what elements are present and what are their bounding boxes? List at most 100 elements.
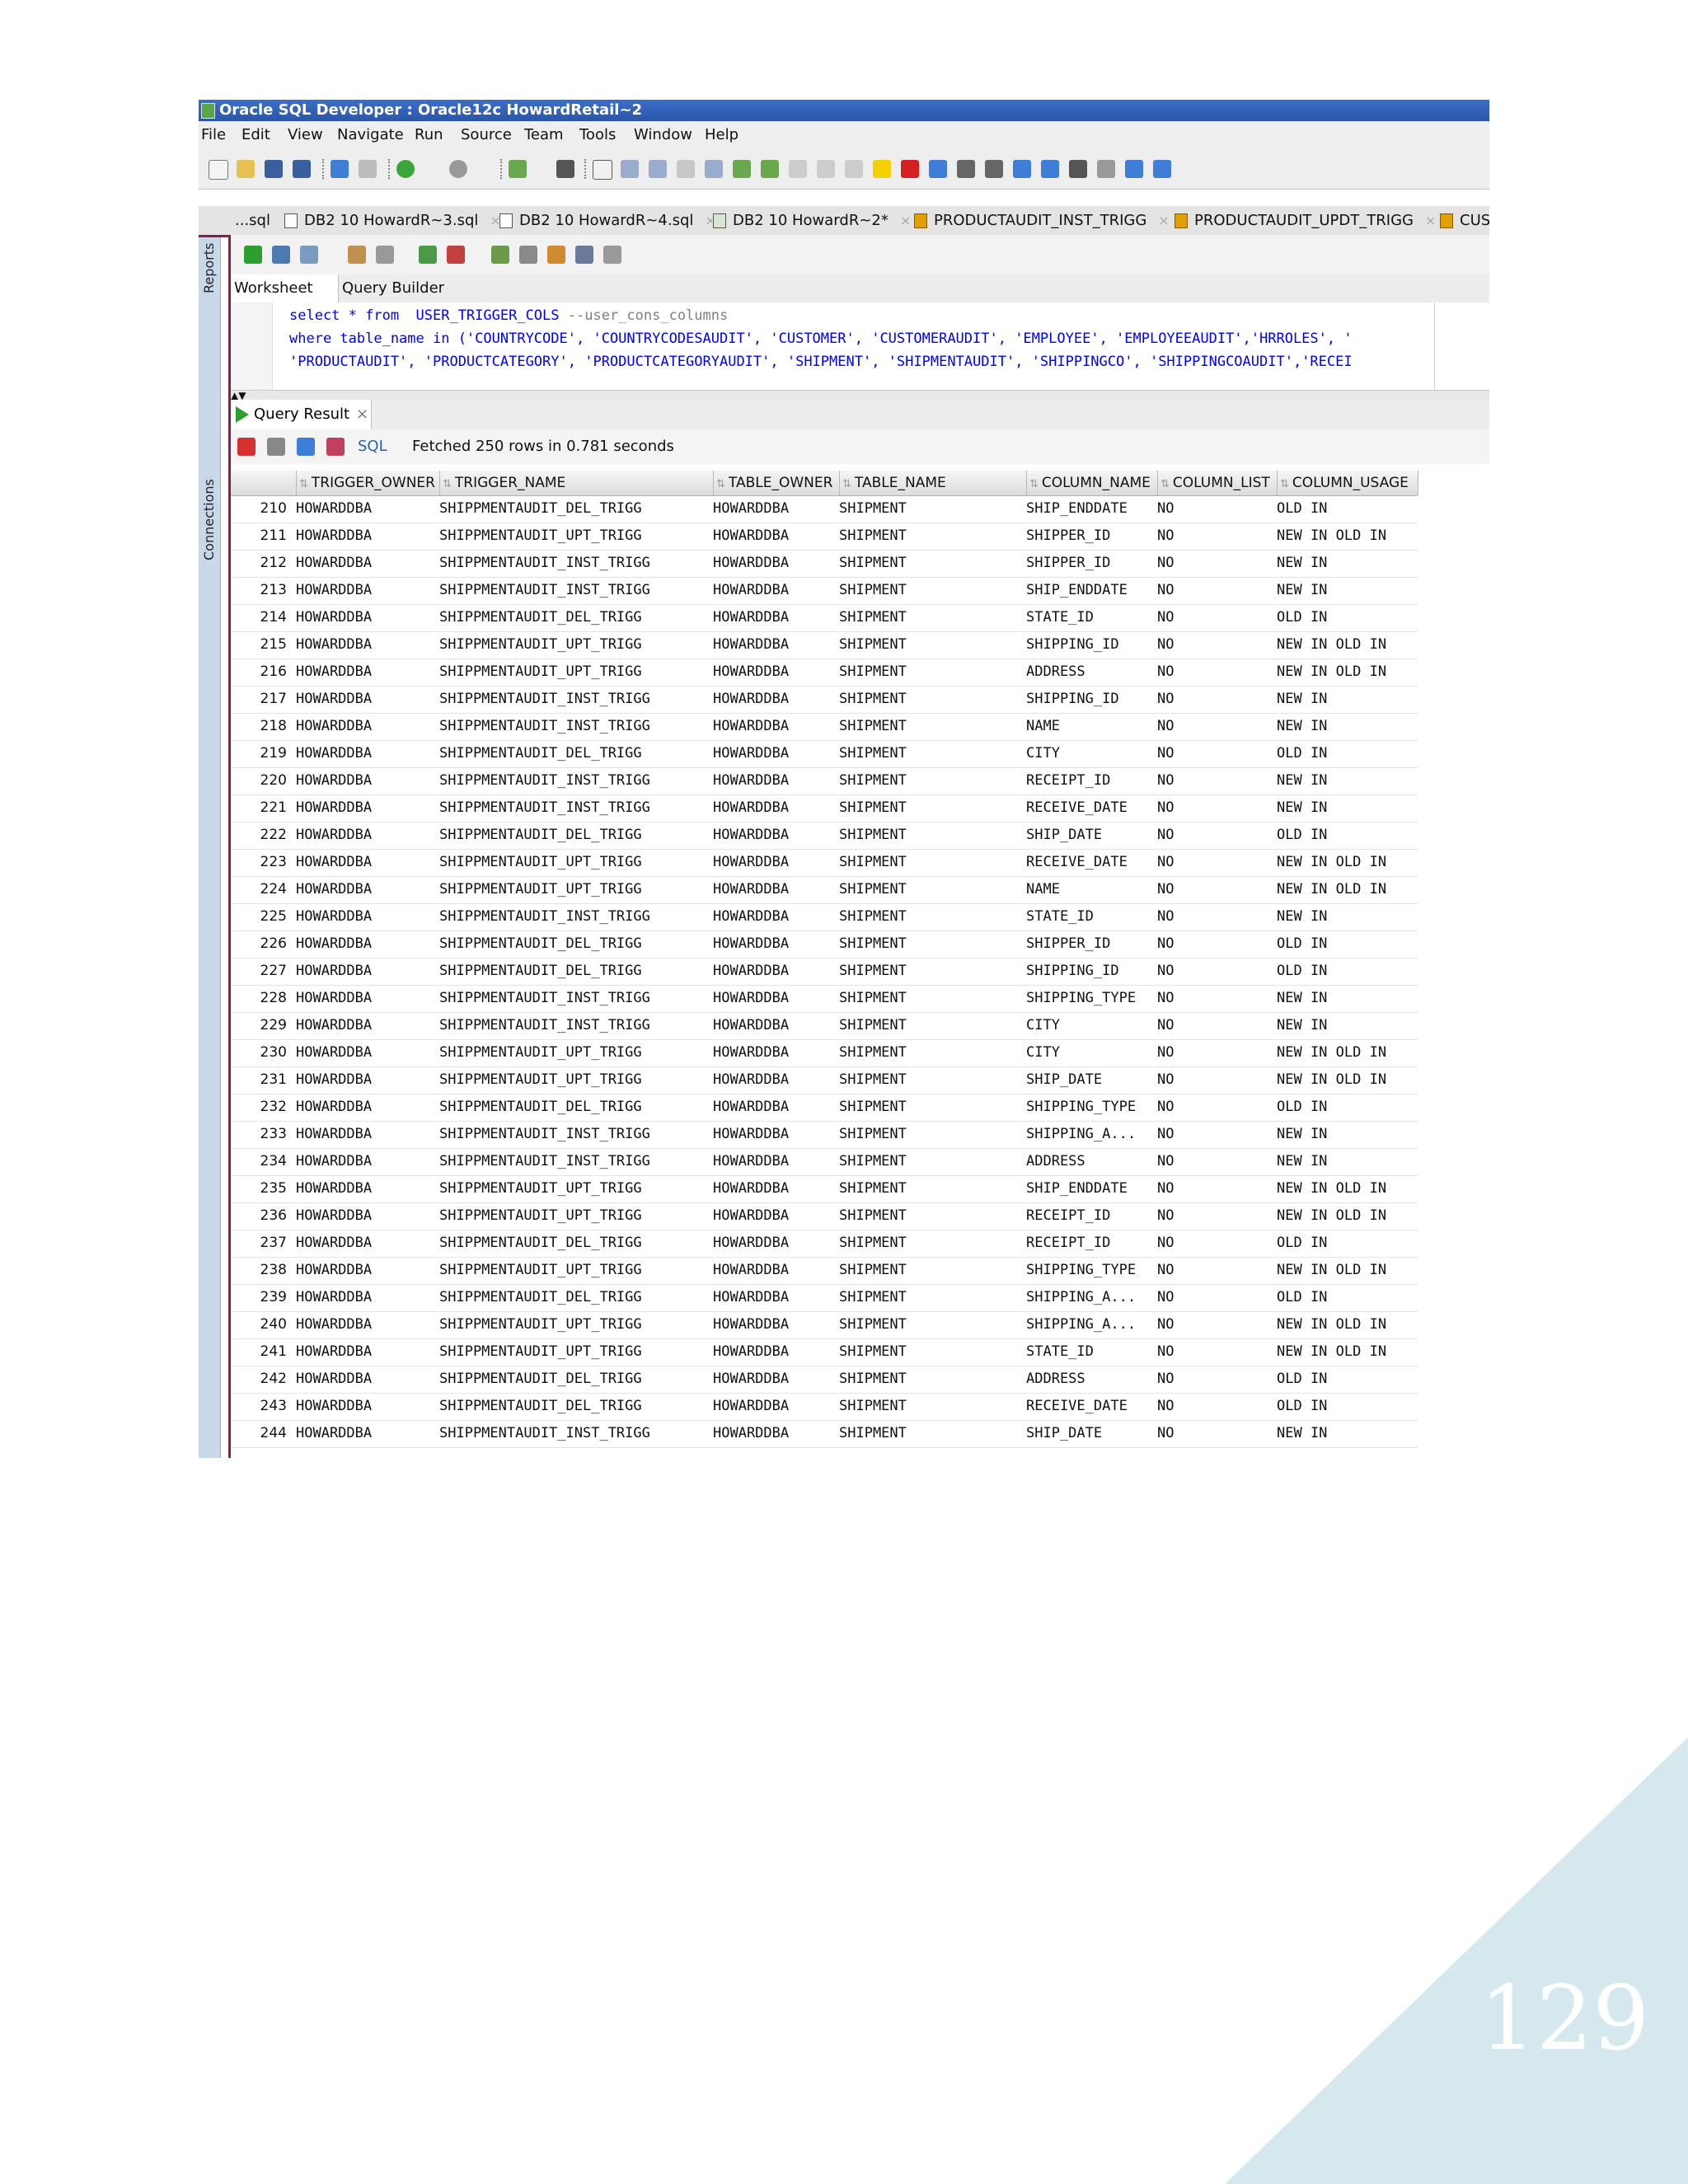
table-name-cell[interactable]: SHIPMENT [839,767,1024,794]
close-icon[interactable]: × [1425,213,1436,228]
column-name-cell[interactable]: ADDRESS [1026,1366,1155,1393]
table-owner-cell[interactable]: HOWARDDBA [713,985,837,1012]
column-list-cell[interactable]: NO [1157,1012,1274,1039]
trigger-owner-cell[interactable]: HOWARDDBA [296,1230,436,1257]
trigger-name-cell[interactable]: SHIPPMENTAUDIT_UPT_TRIGG [439,1039,711,1066]
table-owner-cell[interactable]: HOWARDDBA [713,1175,837,1202]
run-statement-icon[interactable] [244,246,262,264]
table-owner-cell[interactable]: HOWARDDBA [713,713,837,740]
column-usage-cell[interactable]: OLD IN [1277,1094,1415,1121]
undo-icon[interactable] [331,160,349,178]
table-row[interactable]: 227 HOWARDDBA SHIPPMENTAUDIT_DEL_TRIGG HOWA… [231,958,1418,986]
column-list-cell[interactable]: NO [1157,903,1274,930]
table-owner-cell[interactable]: HOWARDDBA [713,958,837,985]
trigger-owner-cell[interactable]: HOWARDDBA [296,495,436,523]
table-row[interactable]: 220 HOWARDDBA SHIPPMENTAUDIT_INST_TRIGG HOW… [231,767,1418,795]
diagram-icon[interactable] [677,160,695,178]
trigger-name-cell[interactable]: SHIPPMENTAUDIT_DEL_TRIGG [439,1230,711,1257]
table-row[interactable]: 219 HOWARDDBA SHIPPMENTAUDIT_DEL_TRIGG HOWA… [231,740,1418,768]
column-name-cell[interactable]: STATE_ID [1026,604,1155,631]
column-usage-cell[interactable]: NEW IN [1277,1121,1415,1148]
table-name-cell[interactable]: SHIPMENT [839,903,1024,930]
table-name-cell[interactable]: SHIPMENT [839,985,1024,1012]
column-list-cell[interactable]: NO [1157,1230,1274,1257]
table-name-cell[interactable]: SHIPMENT [839,1121,1024,1148]
properties-icon[interactable] [1097,160,1115,178]
column-list-cell[interactable]: NO [1157,1039,1274,1066]
trigger-owner-cell[interactable]: HOWARDDBA [296,1366,436,1393]
menu-help[interactable]: Help [705,121,738,149]
menu-edit[interactable]: Edit [241,121,270,149]
table-name-cell[interactable]: SHIPMENT [839,958,1024,985]
table-row[interactable]: 222 HOWARDDBA SHIPPMENTAUDIT_DEL_TRIGG HOWA… [231,822,1418,850]
column-list-cell[interactable]: NO [1157,1393,1274,1420]
table-name-cell[interactable]: SHIPMENT [839,550,1024,577]
table-name-cell[interactable]: SHIPMENT [839,1393,1024,1420]
table-owner-cell[interactable]: HOWARDDBA [713,577,837,604]
table-owner-cell[interactable]: HOWARDDBA [713,930,837,958]
column-name-cell[interactable]: RECEIVE_DATE [1026,794,1155,822]
column-usage-cell[interactable]: NEW IN [1277,686,1415,713]
table-name-cell[interactable]: SHIPMENT [839,523,1024,550]
trigger-name-cell[interactable]: SHIPPMENTAUDIT_UPT_TRIGG [439,1257,711,1284]
table-owner-cell[interactable]: HOWARDDBA [713,1066,837,1094]
column-list-cell[interactable]: NO [1157,577,1274,604]
trigger-name-cell[interactable]: SHIPPMENTAUDIT_UPT_TRIGG [439,1338,711,1366]
column-name-cell[interactable]: RECEIVE_DATE [1026,849,1155,876]
column-usage-cell[interactable]: NEW IN [1277,1012,1415,1039]
table-name-cell[interactable]: SHIPMENT [839,794,1024,822]
trigger-owner-cell[interactable]: HOWARDDBA [296,604,436,631]
trigger-name-cell[interactable]: SHIPPMENTAUDIT_DEL_TRIGG [439,1393,711,1420]
column-usage-cell[interactable]: NEW IN [1277,1420,1415,1447]
column-usage-cell[interactable]: NEW IN [1277,767,1415,794]
table-row[interactable]: 211 HOWARDDBA SHIPPMENTAUDIT_UPT_TRIGG HOWA… [231,523,1418,551]
column-usage-cell[interactable]: NEW IN [1277,985,1415,1012]
column-header[interactable]: ⇅ COLUMN_LIST [1157,471,1277,495]
table-row[interactable]: 221 HOWARDDBA SHIPPMENTAUDIT_INST_TRIGG HOW… [231,794,1418,823]
trigger-owner-cell[interactable]: HOWARDDBA [296,713,436,740]
trigger-name-cell[interactable]: SHIPPMENTAUDIT_UPT_TRIGG [439,658,711,686]
trigger-name-cell[interactable]: SHIPPMENTAUDIT_INST_TRIGG [439,903,711,930]
tab-worksheet[interactable]: Worksheet [231,274,339,302]
table-name-cell[interactable]: SHIPMENT [839,686,1024,713]
tab-db2-howardr-3[interactable]: DB2 10 HowardR~3.sql × [284,206,499,235]
menu-file[interactable]: File [201,121,226,149]
column-list-cell[interactable]: NO [1157,1338,1274,1366]
menu-source[interactable]: Source [461,121,512,149]
column-header[interactable]: ⇅ TABLE_NAME [839,471,1026,495]
trigger-name-cell[interactable]: SHIPPMENTAUDIT_UPT_TRIGG [439,876,711,903]
table-name-cell[interactable]: SHIPMENT [839,1039,1024,1066]
table-row[interactable]: 217 HOWARDDBA SHIPPMENTAUDIT_INST_TRIGG HOW… [231,686,1418,714]
trigger-owner-cell[interactable]: HOWARDDBA [296,523,436,550]
delete-icon[interactable] [901,160,919,178]
column-list-cell[interactable]: NO [1157,495,1274,523]
table-icon[interactable] [621,160,639,178]
menu-window[interactable]: Window [634,121,692,149]
join-icon[interactable] [733,160,751,178]
column-list-cell[interactable]: NO [1157,876,1274,903]
table-name-cell[interactable]: SHIPMENT [839,1148,1024,1175]
table-name-cell[interactable]: SHIPMENT [839,1230,1024,1257]
column-usage-cell[interactable]: NEW IN OLD IN [1277,1338,1415,1366]
column-header[interactable]: ⇅ TABLE_OWNER [713,471,839,495]
column-usage-cell[interactable]: NEW IN OLD IN [1277,1311,1415,1338]
column-list-cell[interactable]: NO [1157,658,1274,686]
table-owner-cell[interactable]: HOWARDDBA [713,740,837,767]
trigger-name-cell[interactable]: SHIPPMENTAUDIT_DEL_TRIGG [439,958,711,985]
binoculars-icon[interactable] [556,160,574,178]
column-list-cell[interactable]: NO [1157,822,1274,849]
table-row[interactable]: 229 HOWARDDBA SHIPPMENTAUDIT_INST_TRIGG HOW… [231,1012,1418,1040]
column-usage-cell[interactable]: OLD IN [1277,930,1415,958]
table-name-cell[interactable]: SHIPMENT [839,740,1024,767]
trigger-owner-cell[interactable]: HOWARDDBA [296,1012,436,1039]
close-icon[interactable]: × [705,213,712,228]
trigger-name-cell[interactable]: SHIPPMENTAUDIT_INST_TRIGG [439,713,711,740]
redo-icon[interactable] [359,160,377,178]
column-name-cell[interactable]: SHIP_ENDDATE [1026,577,1155,604]
format-icon[interactable] [519,246,537,264]
table-row[interactable]: 224 HOWARDDBA SHIPPMENTAUDIT_UPT_TRIGG HOWA… [231,876,1418,904]
foreign-key-icon[interactable] [705,160,723,178]
reports-panel-tab[interactable]: Reports [201,243,217,293]
trigger-owner-cell[interactable]: HOWARDDBA [296,1039,436,1066]
table-name-cell[interactable]: SHIPMENT [839,1012,1024,1039]
